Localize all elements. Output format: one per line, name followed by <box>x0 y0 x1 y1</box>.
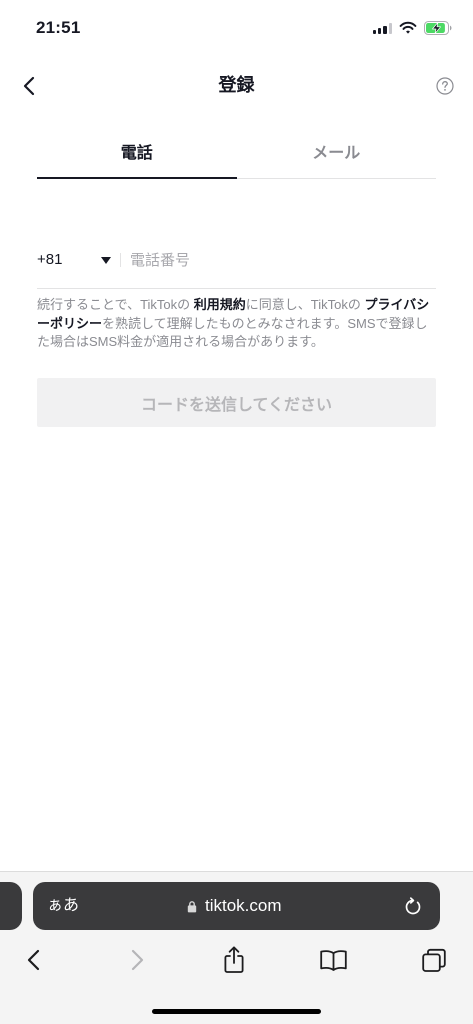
country-code-label: +81 <box>37 251 63 268</box>
help-button[interactable] <box>436 77 454 95</box>
bookmarks-button[interactable] <box>318 948 348 972</box>
tab-active-indicator <box>237 177 437 179</box>
share-icon <box>224 946 243 973</box>
terms-text: に同意し、TikTokの <box>245 297 365 312</box>
home-indicator <box>152 1009 321 1014</box>
text-size-button[interactable]: ぁあ <box>47 882 79 930</box>
previous-tab-preview[interactable] <box>0 882 22 930</box>
chevron-left-icon <box>27 949 39 971</box>
chevron-right-icon <box>131 949 143 971</box>
browser-back-button[interactable] <box>24 947 42 973</box>
signal-bar <box>373 30 377 34</box>
caret-down-icon <box>101 257 111 264</box>
send-code-button[interactable]: コードを送信してください <box>37 378 436 427</box>
tab-phone[interactable]: 電話 <box>37 139 237 179</box>
wifi-icon <box>399 21 417 34</box>
phone-number-input[interactable] <box>130 240 436 280</box>
url-field[interactable]: tiktok.com <box>187 882 282 930</box>
browser-forward-button[interactable] <box>128 947 146 973</box>
signal-bar <box>383 25 387 34</box>
field-separator <box>120 253 121 267</box>
terms-notice: 続行することで、TikTokの 利用規約に同意し、TikTokの プライバシーポ… <box>37 296 436 352</box>
reload-icon[interactable] <box>404 896 423 916</box>
tabs-icon <box>421 948 446 972</box>
terms-of-service-link[interactable]: 利用規約 <box>194 297 246 312</box>
tab-label: 電話 <box>120 145 153 162</box>
tab-label: メール <box>312 145 361 162</box>
page-title: 登録 <box>218 75 255 95</box>
status-time: 21:51 <box>36 18 81 37</box>
cellular-signal-icon <box>373 23 392 34</box>
signal-bar <box>388 23 392 34</box>
bookmarks-icon <box>319 949 347 971</box>
battery-icon <box>424 21 452 35</box>
address-bar[interactable]: ぁあ tiktok.com <box>33 882 440 930</box>
share-button[interactable] <box>221 944 246 974</box>
tab-active-indicator <box>37 177 237 179</box>
tab-email[interactable]: メール <box>237 139 437 178</box>
signal-bar <box>378 28 382 34</box>
url-text: tiktok.com <box>205 896 282 915</box>
terms-text: 続行することで、TikTokの <box>37 297 194 312</box>
tabs-button[interactable] <box>420 946 447 973</box>
signup-method-tabs: 電話 メール <box>37 139 436 179</box>
country-code-selector[interactable]: +81 <box>37 240 117 280</box>
phone-number-field: +81 <box>37 240 436 289</box>
lock-icon <box>187 900 197 912</box>
question-circle-icon <box>436 77 454 95</box>
